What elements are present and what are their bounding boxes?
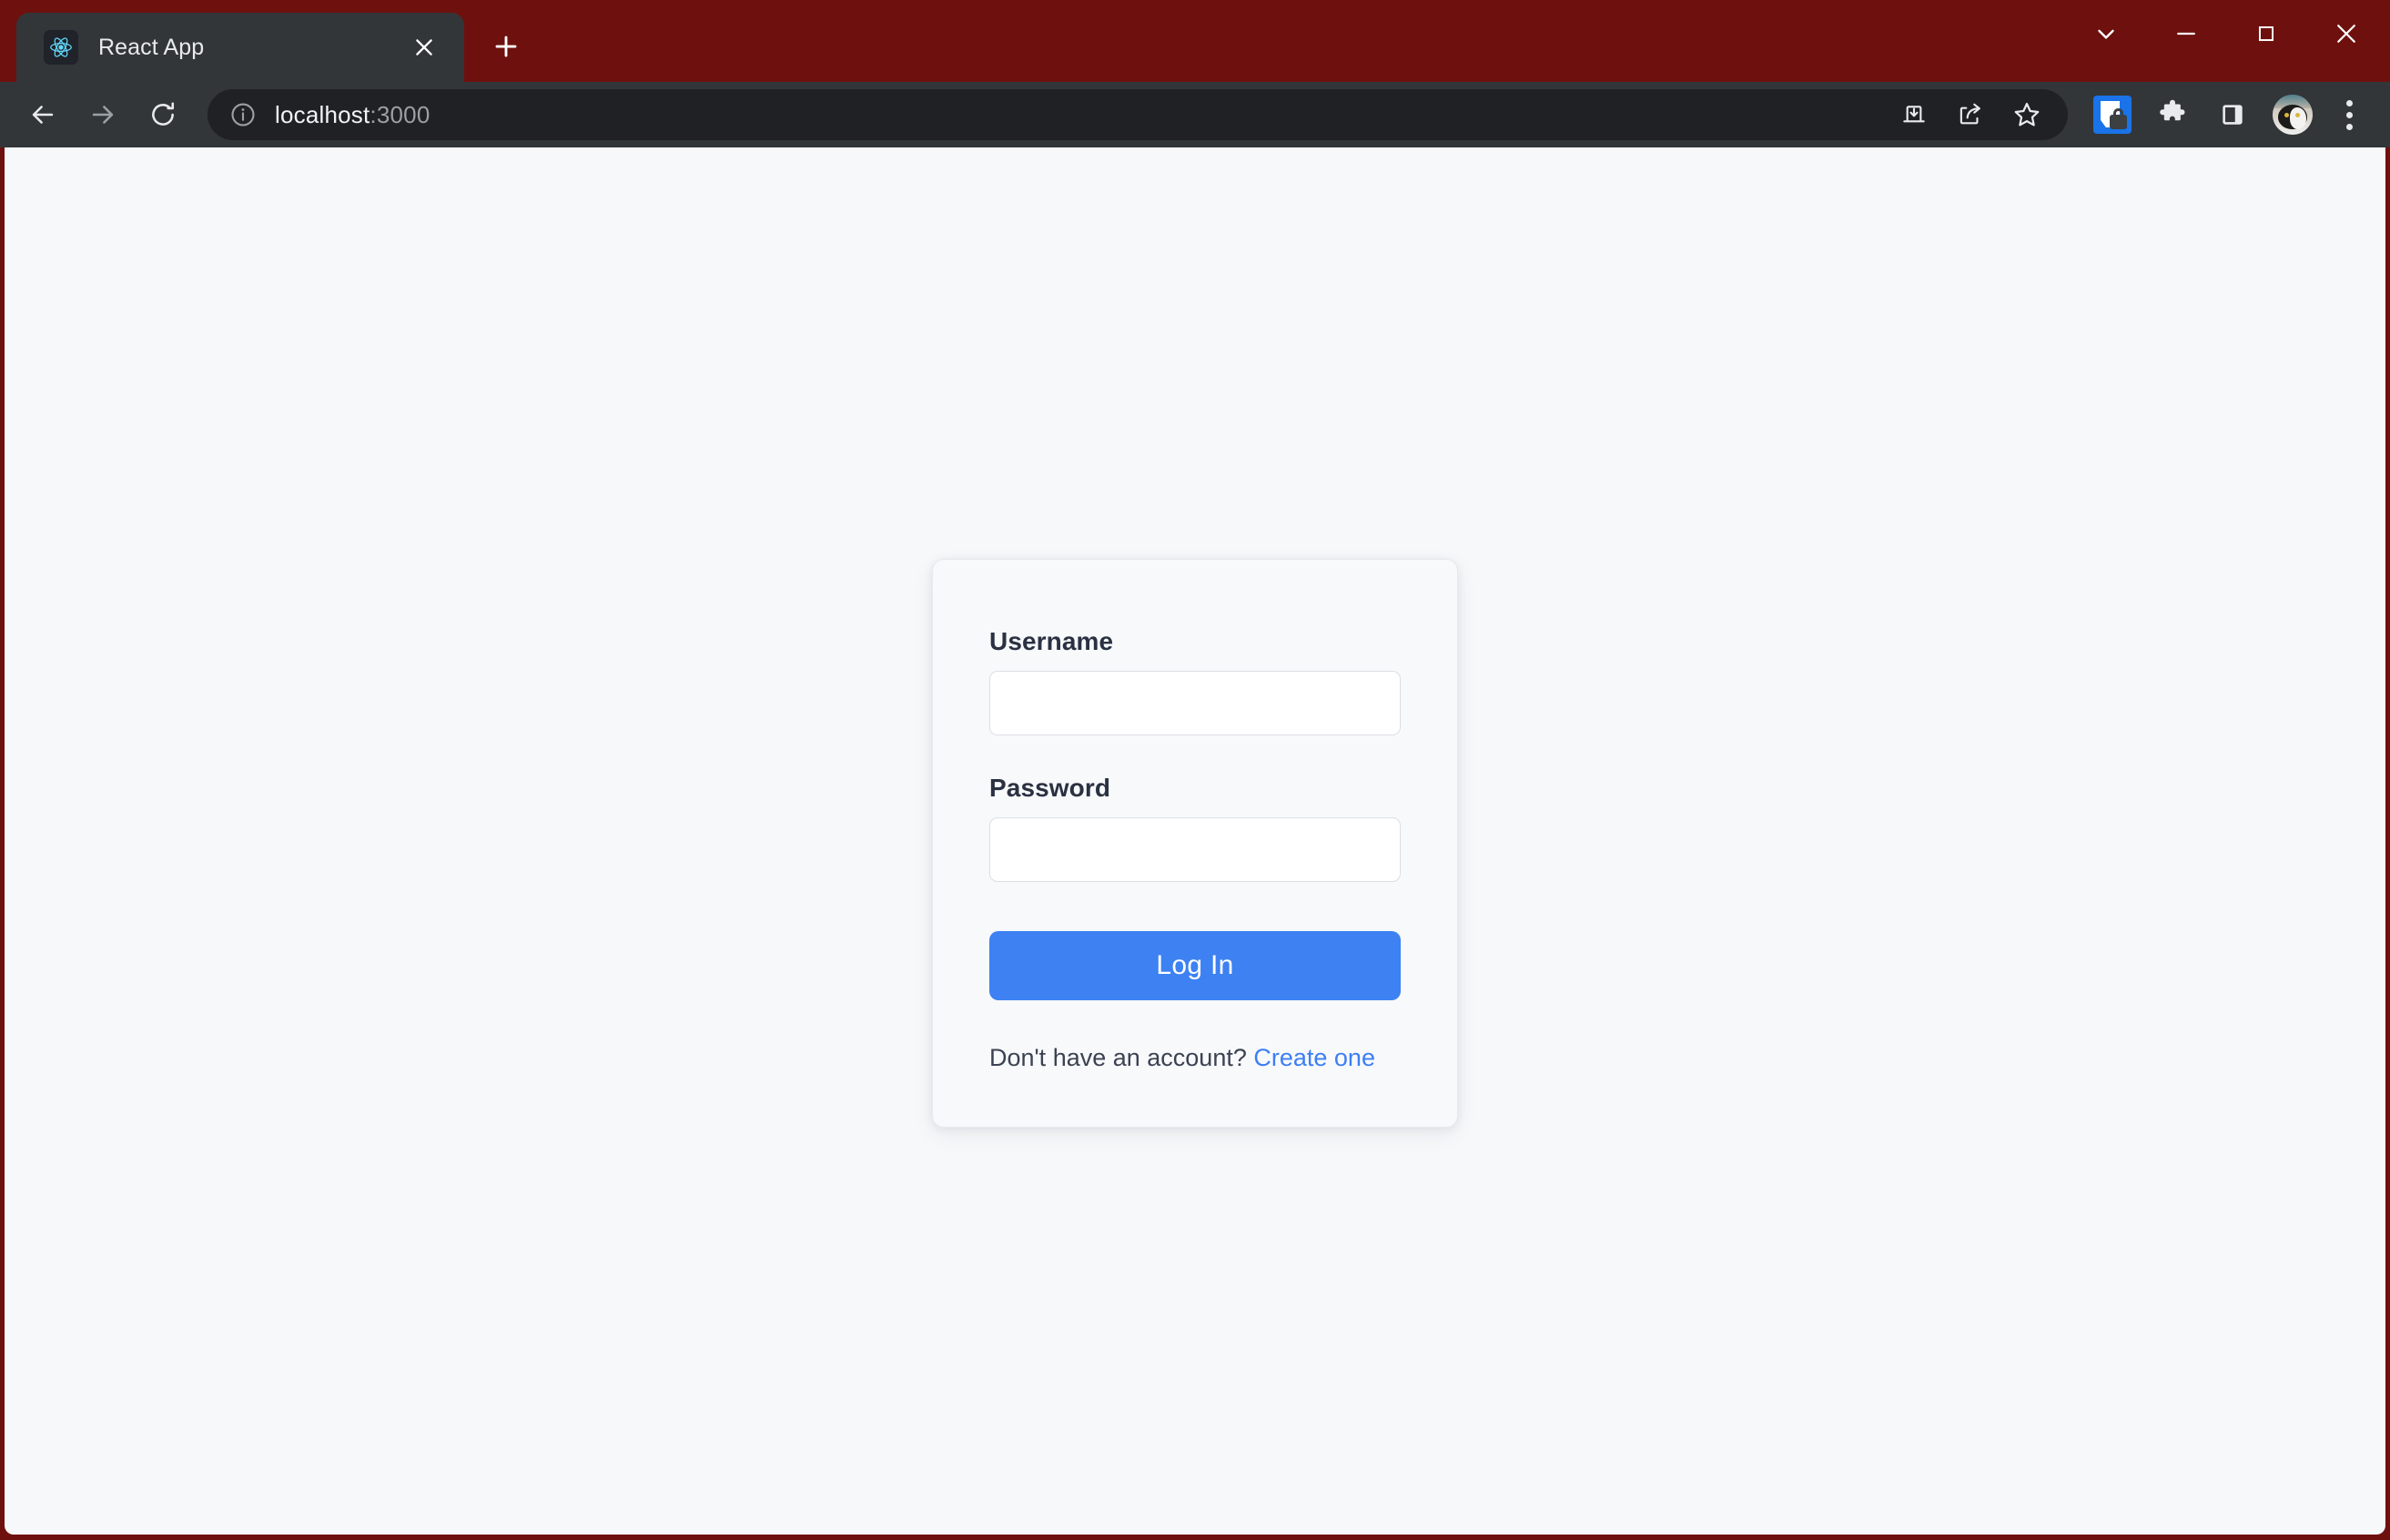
- tab-search-chevron-icon[interactable]: [2066, 0, 2146, 67]
- chrome-menu-icon[interactable]: [2323, 86, 2375, 143]
- side-panel-icon[interactable]: [2203, 85, 2263, 145]
- install-app-icon[interactable]: [1886, 86, 1942, 143]
- window-close-icon[interactable]: [2306, 0, 2386, 67]
- address-bar[interactable]: localhost:3000: [208, 89, 2068, 140]
- password-manager-extension-icon[interactable]: [2082, 85, 2142, 145]
- omnibox-actions: [1886, 86, 2055, 143]
- bookmark-star-icon[interactable]: [1999, 86, 2055, 143]
- tab-title: React App: [98, 34, 205, 60]
- signup-prompt-row: Don't have an account? Create one: [989, 1044, 1401, 1072]
- profile-avatar[interactable]: [2263, 85, 2323, 145]
- username-label: Username: [989, 627, 1114, 655]
- extensions-puzzle-icon[interactable]: [2142, 85, 2203, 145]
- info-circle-icon[interactable]: [228, 99, 258, 130]
- tab-strip: React App: [0, 0, 2066, 82]
- url-port: :3000: [370, 100, 430, 128]
- minimize-icon[interactable]: [2146, 0, 2226, 67]
- signup-prompt-text: Don't have an account?: [989, 1044, 1247, 1071]
- title-bar: React App: [0, 0, 2390, 82]
- address-bar-url: localhost:3000: [275, 101, 430, 129]
- maximize-icon[interactable]: [2226, 0, 2306, 67]
- password-input[interactable]: [989, 817, 1401, 882]
- log-in-button[interactable]: Log In: [989, 931, 1401, 1000]
- browser-tab-react-app[interactable]: React App: [16, 13, 464, 82]
- forward-arrow-icon[interactable]: [73, 85, 133, 145]
- new-tab-button[interactable]: [479, 19, 533, 74]
- login-page: Username Password Log In Don't have an a…: [5, 147, 2385, 1535]
- username-input[interactable]: [989, 671, 1401, 735]
- react-logo-icon: [44, 30, 78, 65]
- login-card: Username Password Log In Don't have an a…: [932, 559, 1458, 1128]
- back-arrow-icon[interactable]: [13, 85, 73, 145]
- url-host: localhost: [275, 100, 370, 128]
- tab-close-icon[interactable]: [404, 27, 444, 67]
- page-viewport: Username Password Log In Don't have an a…: [5, 147, 2385, 1535]
- toolbar-right-actions: [2082, 85, 2375, 145]
- browser-toolbar: localhost:3000: [0, 82, 2390, 147]
- browser-window: React App localhost:3000 Username Passwo…: [0, 0, 2390, 1540]
- share-icon[interactable]: [1942, 86, 1999, 143]
- window-controls: [2066, 0, 2390, 82]
- password-label: Password: [989, 774, 1111, 802]
- plus-icon: [495, 35, 517, 57]
- create-account-link[interactable]: Create one: [1253, 1044, 1375, 1071]
- reload-icon[interactable]: [133, 85, 193, 145]
